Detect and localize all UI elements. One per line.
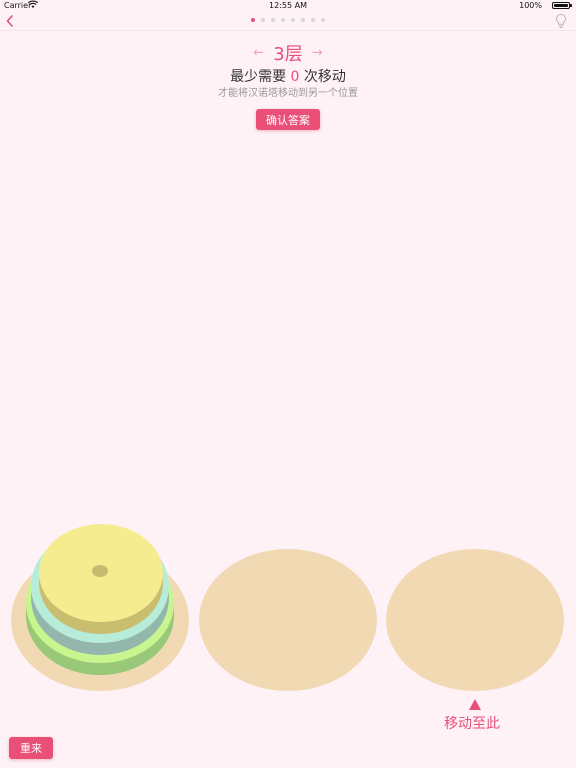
pole-left[interactable] (10, 520, 192, 695)
reset-button[interactable]: 重来 (9, 737, 53, 759)
base-plate (199, 549, 377, 691)
confirm-answer-button[interactable]: 确认答案 (256, 109, 320, 130)
page-dot[interactable] (321, 18, 325, 22)
up-arrow-icon (469, 699, 481, 710)
page-dot[interactable] (291, 18, 295, 22)
pole-hole (92, 565, 108, 577)
clock: 12:55 AM (269, 1, 307, 10)
min-moves-count: 0 (290, 69, 300, 85)
page-dot[interactable] (301, 18, 305, 22)
nav-bar (0, 12, 576, 31)
next-level-button[interactable]: → (312, 46, 323, 61)
min-moves-prefix: 最少需要 (230, 69, 287, 85)
move-here-label[interactable]: 移动至此 (444, 713, 500, 733)
page-dot[interactable] (281, 18, 285, 22)
prev-level-button[interactable]: ← (253, 46, 264, 61)
status-bar: Carrier 12:55 AM 100% (0, 0, 576, 12)
battery-icon (552, 2, 570, 9)
battery-percent: 100% (519, 1, 542, 10)
base-plate (386, 549, 564, 691)
hint-button[interactable] (554, 13, 568, 29)
pole-middle[interactable] (198, 548, 378, 692)
page-dot[interactable] (261, 18, 265, 22)
pole-right[interactable] (385, 548, 565, 692)
min-moves-suffix: 次移动 (303, 69, 346, 85)
page-indicator (0, 18, 576, 22)
disk-small[interactable] (39, 524, 163, 634)
battery-nub (570, 4, 572, 7)
subtitle: 才能将汉诺塔移动到另一个位置 (218, 88, 358, 99)
level-label: 3层 (273, 44, 303, 65)
page-dot[interactable] (311, 18, 315, 22)
min-moves-text: 最少需要 0 次移动 (0, 66, 576, 86)
page-dot[interactable] (251, 18, 255, 22)
level-selector: ← 3层 → (0, 40, 576, 66)
lightbulb-icon (556, 13, 566, 28)
page-dot[interactable] (271, 18, 275, 22)
